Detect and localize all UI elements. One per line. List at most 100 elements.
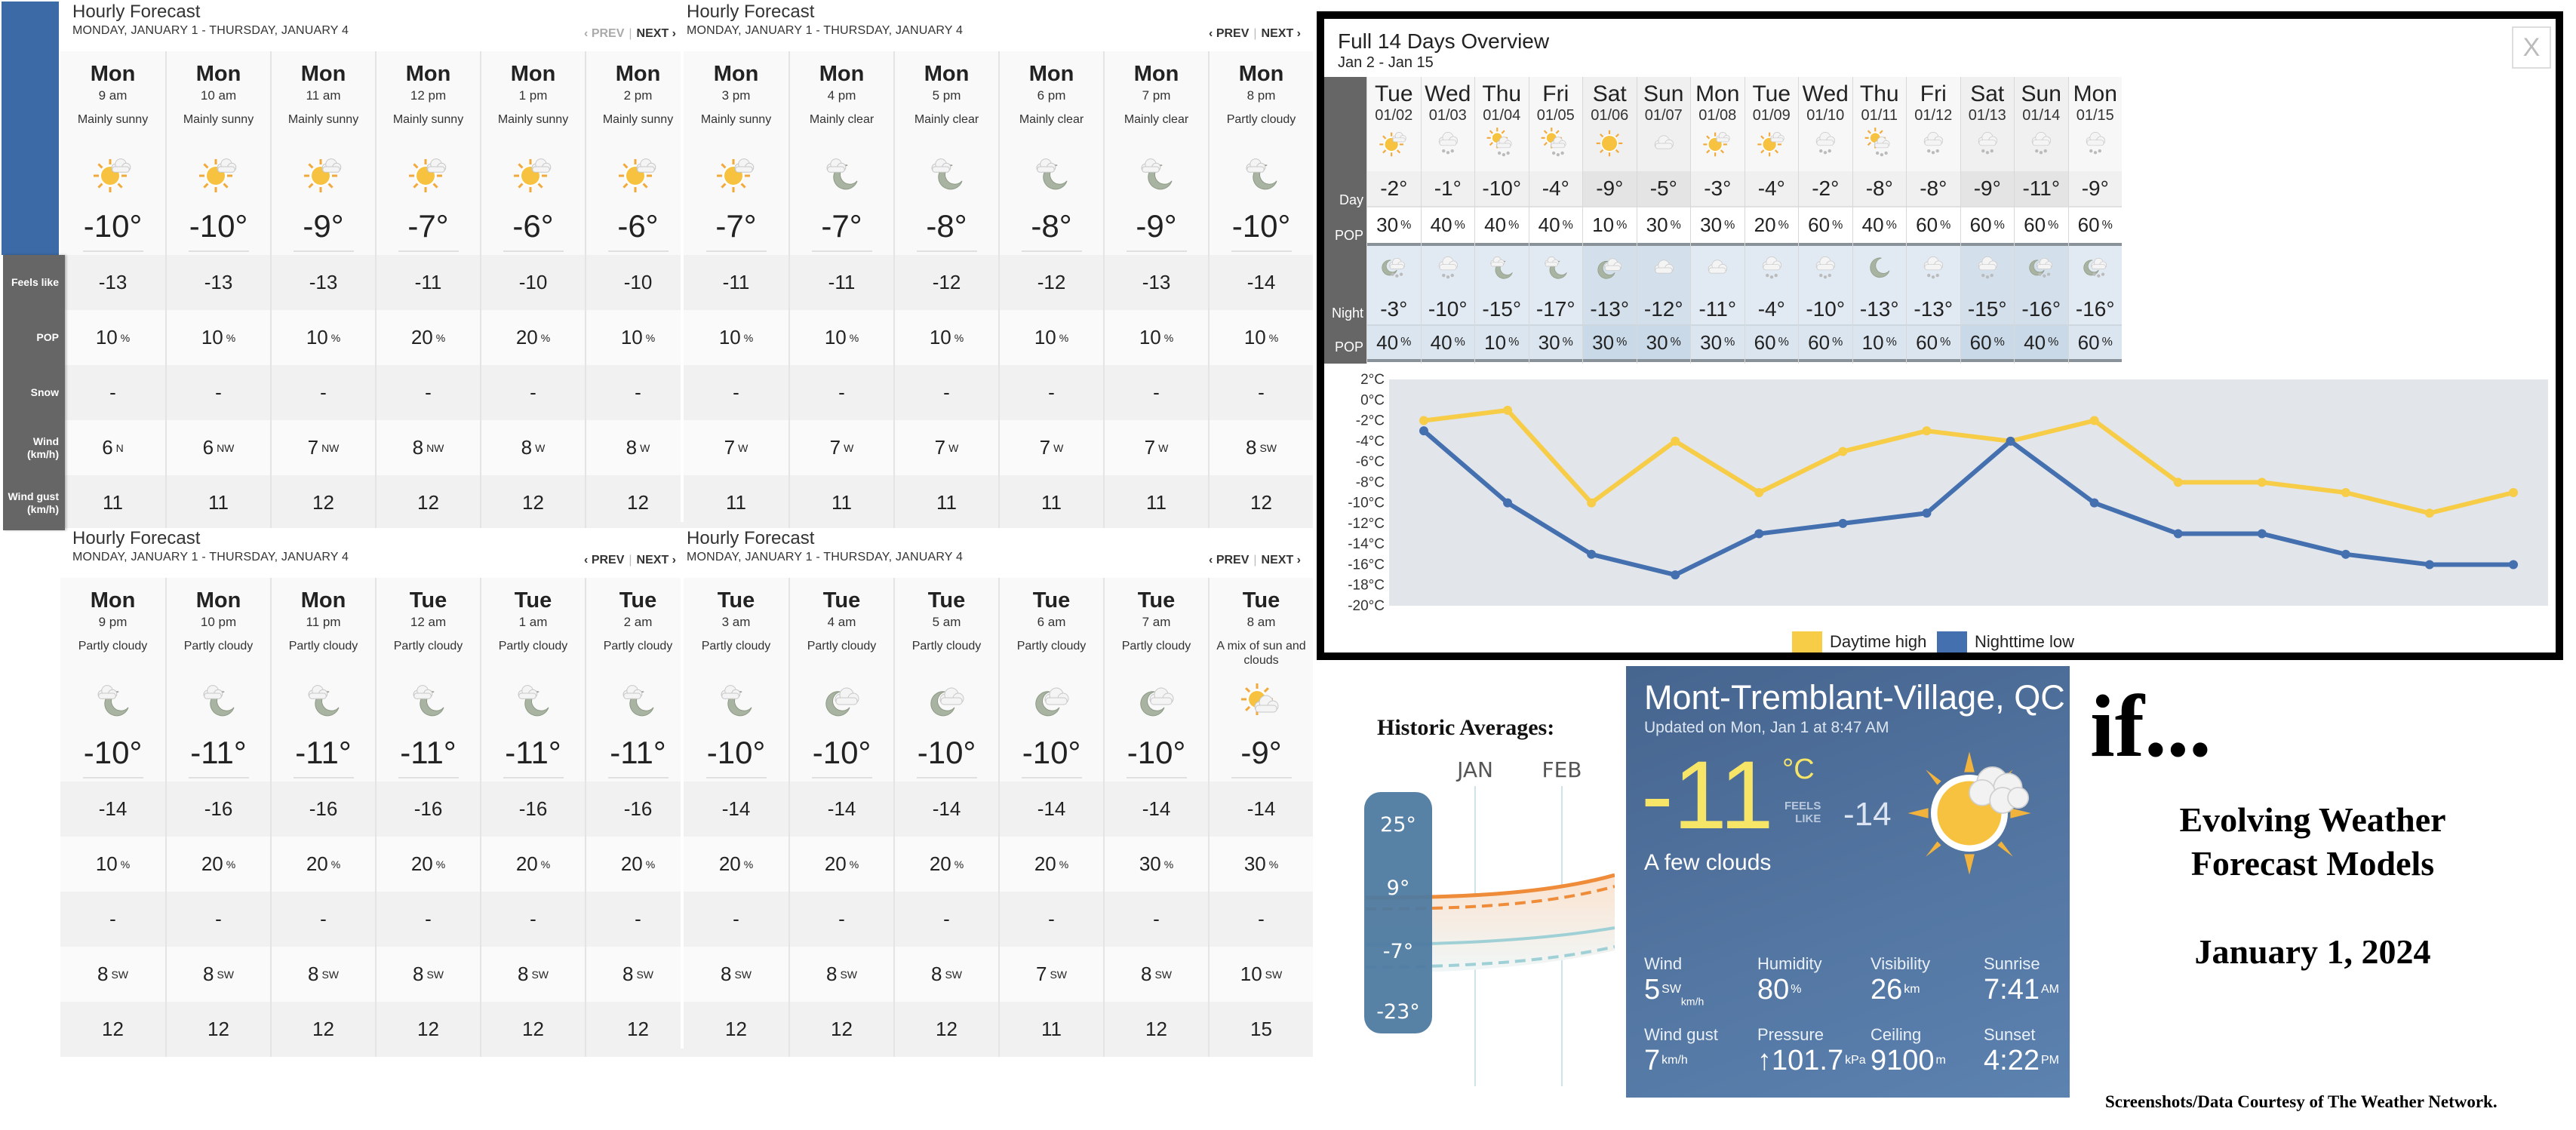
hour-column: Mon 9 pm Partly cloudy -10° -14 10% - 8S…	[60, 578, 165, 1057]
pop-value: 20	[515, 326, 538, 349]
stat-value: 7:41 AM	[1984, 975, 2059, 1004]
moon-cloud-icon	[1539, 250, 1573, 285]
data-point	[1419, 416, 1428, 425]
hour-pop: 20%	[790, 837, 893, 892]
y-tick-label: -2°C	[1356, 413, 1385, 429]
next-button[interactable]: NEXT ›	[1262, 554, 1301, 567]
wind-speed: 8	[202, 963, 214, 985]
hour-condition: Partly cloudy	[498, 640, 568, 653]
data-point	[1838, 447, 1848, 456]
data-point	[2006, 436, 2015, 446]
wind-direction: W	[535, 441, 546, 454]
hour-day: Tue	[1242, 588, 1280, 613]
data-point	[2341, 549, 2350, 559]
moon-cloud-icon	[614, 677, 662, 725]
hour-wind-gust: 12	[1105, 1002, 1208, 1057]
divider	[1637, 359, 1690, 362]
cloud-icon	[1646, 126, 1681, 161]
stat-value: 26 km	[1871, 975, 1930, 1004]
hour-wind: 8 SW	[377, 947, 480, 1002]
hour-feels-like: -11	[790, 255, 893, 310]
hour-day: Mon	[300, 62, 346, 86]
day-date: 01/04	[1483, 107, 1521, 124]
close-button[interactable]: X	[2512, 26, 2551, 69]
hour-day: Mon	[1133, 62, 1179, 86]
hour-time: 3 pm	[721, 88, 751, 103]
day-pop: 60%	[1799, 206, 1852, 243]
divider	[398, 250, 459, 252]
divider	[1021, 777, 1082, 778]
hourly-date-range: MONDAY, JANUARY 1 - THURSDAY, JANUARY 4	[687, 551, 964, 563]
divider	[916, 777, 977, 778]
prev-button[interactable]: ‹ PREV	[584, 27, 624, 40]
day-name: Thu	[1482, 81, 1522, 106]
hour-temperature: -7°	[407, 208, 449, 244]
value: 5	[1644, 974, 1661, 1006]
wind-direction: SW	[734, 968, 752, 981]
data-point	[2257, 529, 2267, 539]
night-low: -13°	[1852, 294, 1906, 324]
hour-wind: 7W	[895, 420, 998, 475]
hour-wind-gust: 12	[790, 1002, 893, 1057]
pop-value: 30	[1646, 213, 1668, 236]
pop-value: 30	[1139, 852, 1161, 875]
next-button[interactable]: NEXT ›	[1262, 27, 1301, 40]
pop-value: 10	[929, 326, 951, 349]
day-date: 01/14	[2022, 107, 2061, 124]
day-name: Sat	[1592, 81, 1627, 106]
divider	[1231, 250, 1292, 252]
wind-speed: 7	[829, 436, 841, 459]
hour-temperature: -10°	[917, 735, 976, 770]
night-low: -15°	[1475, 294, 1529, 324]
hour-column: Mon 11 am Mainly sunny -9° -13 10% - 7 NW…	[270, 51, 375, 530]
pop-value: 10	[95, 852, 118, 875]
sun-cloud-icon	[1376, 126, 1411, 161]
feels-like-label: FEELS LIKE	[1784, 800, 1821, 825]
hour-day: Mon	[615, 62, 661, 86]
prev-button[interactable]: ‹ PREV	[1209, 554, 1249, 567]
data-point	[1838, 518, 1848, 528]
overview-day-column: Tue 01/02 -2° 30% -3° 40%	[1366, 77, 1421, 364]
overview-day-column: Sat 01/06 -9° 10% -13° 30%	[1582, 77, 1637, 364]
day-name: Tue	[1374, 81, 1413, 106]
wind-direction: SW	[636, 968, 654, 981]
legend-swatch	[1937, 631, 1967, 653]
caption-date: January 1, 2024	[2194, 932, 2431, 971]
divider	[188, 777, 249, 778]
hour-temperature: -10°	[83, 208, 143, 244]
hour-wind-gust: 12	[60, 1002, 165, 1057]
hour-temperature: -11°	[295, 735, 352, 770]
day-high: -4°	[1529, 171, 1582, 206]
row-label: POP	[36, 331, 59, 343]
wind-speed: 7	[1035, 963, 1047, 985]
hourly-title: Hourly Forecast	[72, 2, 201, 22]
hour-temperature: -10°	[1127, 735, 1186, 770]
moon-cloudy-icon	[1028, 677, 1076, 725]
moon-cloud-icon	[300, 677, 348, 725]
snow-icon	[1431, 250, 1465, 285]
overview-row-labels: Day POP Night POP	[1324, 77, 1366, 364]
scale-label: 9°	[1387, 877, 1410, 900]
pop-value: 30	[1538, 330, 1560, 354]
feels-like-value: -14	[1843, 796, 1892, 833]
day-date: 01/05	[1536, 107, 1575, 124]
wind-direction: SW	[111, 968, 129, 981]
wind-direction: W	[738, 441, 749, 454]
hour-snow: -	[586, 365, 690, 420]
prev-button[interactable]: ‹ PREV	[1209, 27, 1249, 40]
moon-cloud-icon	[1484, 250, 1519, 285]
next-button[interactable]: NEXT ›	[637, 27, 676, 40]
unit: km	[1904, 983, 1920, 996]
data-point	[2424, 560, 2434, 570]
hour-condition: Mainly sunny	[497, 113, 569, 126]
divider	[705, 777, 767, 778]
hour-snow: -	[377, 365, 480, 420]
pop-value: 40	[1376, 330, 1399, 354]
hour-wind-gust: 11	[1000, 1002, 1103, 1057]
hour-temperature: -10°	[189, 208, 248, 244]
next-button[interactable]: NEXT ›	[637, 554, 676, 567]
overview-date-range: Jan 2 - Jan 15	[1338, 54, 1434, 71]
data-point	[2173, 477, 2183, 487]
data-point	[2089, 416, 2099, 425]
prev-button[interactable]: ‹ PREV	[584, 554, 624, 567]
